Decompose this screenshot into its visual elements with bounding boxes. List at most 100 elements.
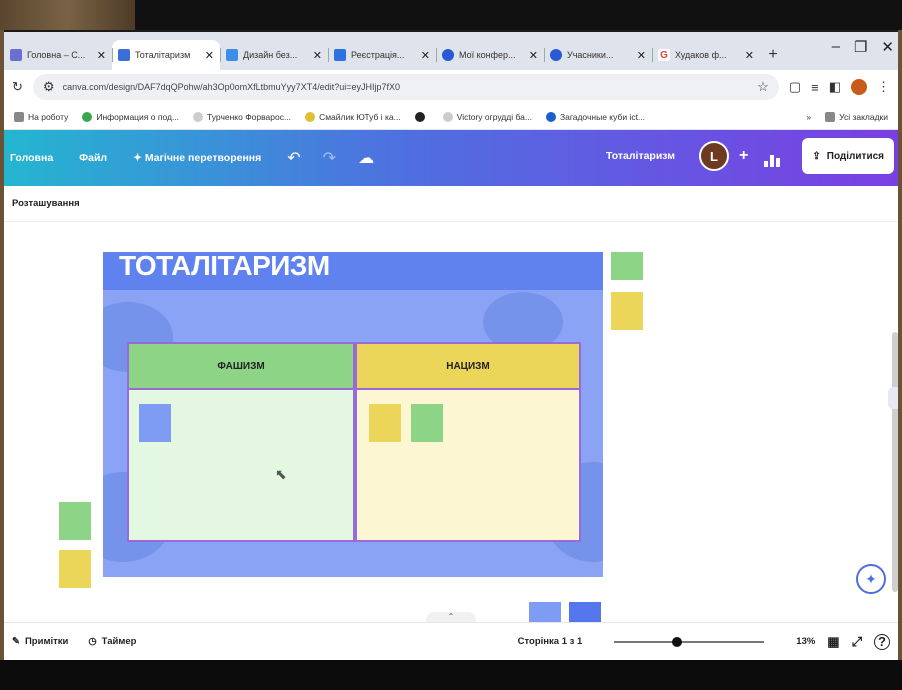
bookmark-icon	[82, 111, 93, 122]
grid-view-icon[interactable]: ▦	[827, 634, 839, 650]
user-avatar[interactable]: L	[699, 141, 730, 171]
share-button[interactable]: ⇪ Поділитися	[802, 138, 894, 174]
magic-switch-button[interactable]: ✦ Магічне перетворення	[133, 152, 261, 164]
bookmark-icon	[442, 111, 453, 122]
redo-icon[interactable]: ↷	[323, 148, 336, 168]
extensions-icon[interactable]: ▢	[789, 79, 801, 95]
help-icon[interactable]: ?	[874, 633, 890, 650]
side-panel-icon[interactable]: ◧	[829, 79, 841, 95]
editor-subbar: Розташування	[4, 186, 898, 222]
bookmarks-bar: На роботу Информация о под... Турченко Ф…	[4, 104, 898, 130]
column-header[interactable]: ФАШИЗМ	[129, 344, 353, 390]
close-icon[interactable]: ✕	[205, 49, 214, 62]
notes-icon: ✎	[12, 636, 20, 647]
zoom-level[interactable]: 13%	[796, 636, 815, 647]
undo-icon[interactable]: ↶	[287, 148, 300, 168]
address-bar-row: ↻ ⚙ canva.com/design/DAF7dqQPohw/ah3Op0o…	[4, 70, 898, 104]
notes-button[interactable]: ✎ Примітки	[12, 636, 68, 647]
canva-toolbar: Головна Файл ✦ Магічне перетворення ↶ ↷ …	[4, 130, 898, 186]
browser-tab[interactable]: G Худаков ф... ✕	[652, 40, 760, 70]
browser-tab[interactable]: Дизайн без... ✕	[220, 40, 328, 70]
sticky-note[interactable]	[611, 252, 643, 280]
file-menu[interactable]: Файл	[79, 152, 107, 164]
bookmark-icon	[545, 111, 556, 122]
footer-right: Сторінка 1 з 1 13% ▦ ⤢ ?	[518, 633, 890, 650]
tab-title: Тоталітаризм	[135, 50, 191, 60]
all-bookmarks-button[interactable]: Усі закладки	[825, 111, 888, 122]
timer-button[interactable]: ◷ Таймер	[88, 636, 136, 647]
side-panel-handle[interactable]	[888, 387, 898, 409]
browser-tab[interactable]: Головна – C... ✕	[4, 40, 112, 70]
new-tab-button[interactable]: +	[760, 40, 786, 70]
column-body[interactable]	[357, 390, 579, 540]
cursor-icon: ⬉	[275, 466, 287, 482]
maximize-icon[interactable]: ❐	[854, 38, 867, 56]
close-window-icon[interactable]: ✕	[881, 38, 894, 56]
cloud-save-icon[interactable]: ☁	[358, 148, 374, 168]
page-indicator[interactable]: Сторінка 1 з 1	[518, 636, 583, 647]
close-icon[interactable]: ✕	[313, 49, 322, 62]
close-icon[interactable]: ✕	[421, 49, 430, 62]
editor-footer: ✎ Примітки ◷ Таймер Сторінка 1 з 1 13% ▦…	[4, 622, 898, 660]
column-body[interactable]: ⬉	[129, 390, 353, 540]
sticky-note[interactable]	[611, 292, 643, 330]
column-nazism[interactable]: НАЦИЗМ	[355, 342, 581, 542]
column-header[interactable]: НАЦИЗМ	[357, 344, 579, 390]
bookmark-icon	[193, 111, 204, 122]
timer-icon: ◷	[88, 636, 97, 647]
sticky-note[interactable]	[569, 602, 601, 622]
profile-avatar[interactable]	[851, 79, 867, 95]
bookmark-icon	[305, 111, 316, 122]
vertical-scrollbar[interactable]	[892, 332, 898, 592]
fullscreen-icon[interactable]: ⤢	[852, 634, 862, 650]
home-menu[interactable]: Головна	[10, 152, 53, 164]
close-icon[interactable]: ✕	[529, 49, 538, 62]
sticky-note[interactable]	[529, 602, 561, 622]
tab-favicon-icon	[550, 49, 562, 61]
column-fascism[interactable]: ФАШИЗМ ⬉	[127, 342, 355, 542]
magic-assistant-icon[interactable]: ✦	[856, 564, 886, 594]
folder-icon	[14, 111, 24, 122]
slide-title[interactable]: ТОТАЛІТАРИЗМ	[103, 252, 603, 290]
browser-tab[interactable]: Учасники... ✕	[544, 40, 652, 70]
url-field[interactable]: ⚙ canva.com/design/DAF7dqQPohw/ah3Op0omX…	[32, 74, 779, 100]
close-icon[interactable]: ✕	[97, 49, 106, 62]
browser-tab[interactable]: Мої конфер... ✕	[436, 40, 544, 70]
sticky-note[interactable]	[59, 550, 91, 588]
bookmark-item[interactable]: Victory огрудді ба...	[442, 111, 532, 122]
reload-icon[interactable]: ↻	[12, 79, 23, 95]
menu-icon[interactable]: ⋮	[877, 79, 890, 95]
position-button[interactable]: Розташування	[12, 198, 80, 209]
tab-title: Мої конфер...	[459, 50, 516, 60]
tab-favicon-icon	[442, 49, 454, 61]
design-canvas[interactable]: ТОТАЛІТАРИЗМ ФАШИЗМ ⬉ НАЦИЗМ	[4, 252, 898, 622]
folder-icon	[825, 111, 836, 122]
site-settings-icon[interactable]: ⚙	[43, 79, 55, 95]
browser-tab-active[interactable]: Тоталітаризм ✕	[112, 40, 220, 70]
slide-page[interactable]: ТОТАЛІТАРИЗМ ФАШИЗМ ⬉ НАЦИЗМ	[103, 252, 603, 577]
google-icon: G	[658, 49, 670, 61]
close-icon[interactable]: ✕	[637, 49, 646, 62]
star-icon[interactable]: ☆	[757, 79, 769, 95]
more-bookmarks-icon[interactable]: »	[806, 112, 811, 122]
tab-favicon-icon	[334, 49, 346, 61]
bookmark-item[interactable]: Загадочные куби ict...	[545, 111, 645, 122]
document-title[interactable]: Тоталітаризм	[606, 150, 675, 162]
minimize-icon[interactable]: –	[832, 38, 840, 56]
insights-chart-icon[interactable]	[764, 145, 786, 167]
add-collaborator-icon[interactable]: +	[739, 147, 748, 165]
sticky-note[interactable]	[411, 404, 443, 442]
bookmark-item[interactable]	[414, 111, 429, 122]
zoom-slider[interactable]	[614, 636, 765, 647]
close-icon[interactable]: ✕	[745, 49, 754, 62]
bookmark-item[interactable]: Турченко Форварос...	[193, 111, 291, 122]
bookmark-item[interactable]: На роботу	[14, 111, 68, 122]
bookmark-item[interactable]: Информация о под...	[82, 111, 179, 122]
sticky-note[interactable]	[369, 404, 401, 442]
media-icon[interactable]: ≡	[811, 80, 819, 95]
sticky-note[interactable]	[59, 502, 91, 540]
bookmark-item[interactable]: Смайлик ЮТуб і ка...	[305, 111, 401, 122]
sticky-note[interactable]	[139, 404, 171, 442]
browser-tab[interactable]: Реєстрація... ✕	[328, 40, 436, 70]
zoom-slider-knob[interactable]	[672, 636, 683, 647]
